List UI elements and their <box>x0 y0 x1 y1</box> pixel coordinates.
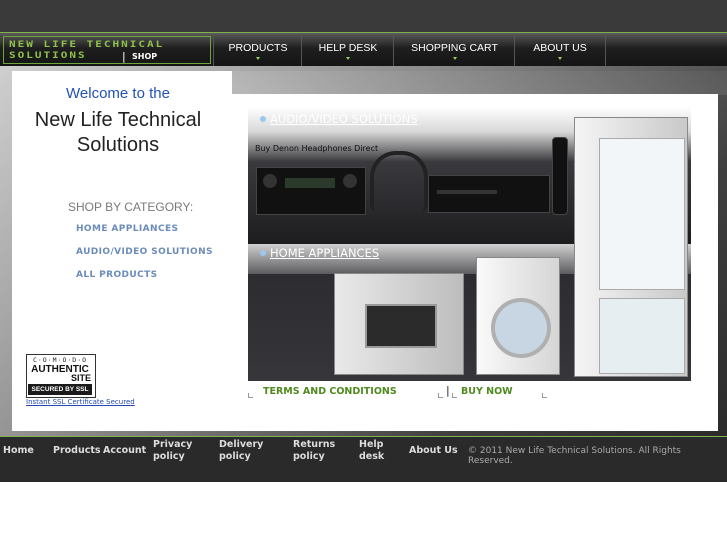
disc-tray <box>437 190 497 194</box>
top-bar <box>0 0 727 32</box>
category-all-products[interactable]: ALL PRODUCTS <box>76 270 158 280</box>
nav-about-us-label: ABOUT US <box>533 42 587 54</box>
terms-and-conditions-link[interactable]: TERMS AND CONDITIONS <box>263 386 397 397</box>
nav-help-desk[interactable]: HELP DESK <box>301 33 394 66</box>
footer-help-line-1: Help <box>359 439 384 450</box>
badge-site: SITE <box>70 373 91 383</box>
home-appliances-link-label: HOME APPLIANCES <box>270 246 380 260</box>
footer-link-about-us[interactable]: About Us <box>409 445 458 457</box>
fridge-interior <box>599 138 685 290</box>
receiver-knob <box>343 174 357 188</box>
footer-link-home[interactable]: Home <box>3 445 34 457</box>
badge-brand: C·O·M·O·D·O <box>32 356 88 364</box>
footer-help-line-2: desk <box>359 451 385 462</box>
av-receiver-image <box>256 167 366 215</box>
footer-delivery-line-1: Delivery <box>219 439 264 450</box>
footer-privacy-line-2: policy <box>153 451 185 462</box>
corner-marker <box>438 393 443 398</box>
audio-video-link[interactable]: AUDIO/VIDEO SOLUTIONS <box>260 112 418 126</box>
link-divider: | <box>446 384 450 397</box>
panel-top-right <box>232 94 718 102</box>
logo-shop-label: SHOP <box>132 52 158 61</box>
remote-control-image <box>552 137 568 215</box>
badge-secured: SECURED BY SSL <box>28 384 92 395</box>
nav-products[interactable]: PRODUCTS <box>213 33 302 66</box>
footer-privacy-line-1: Privacy <box>153 439 193 450</box>
chevron-down-icon <box>256 57 260 60</box>
nav-shopping-cart[interactable]: SHOPPING CART <box>393 33 515 66</box>
copyright-text: © 2011 New Life Technical Solutions. All… <box>468 446 681 466</box>
audio-video-link-label: AUDIO/VIDEO SOLUTIONS <box>270 112 418 126</box>
footer-link-returns-policy[interactable]: Returns policy <box>293 439 335 463</box>
logo-line-1: NEW LIFE TECHNICAL <box>9 39 165 50</box>
site-logo[interactable]: NEW LIFE TECHNICAL SOLUTIONS | SHOP <box>3 36 211 64</box>
panel-tab-shape <box>232 71 727 95</box>
footer-delivery-line-2: policy <box>219 451 251 462</box>
chevron-down-icon <box>452 57 457 60</box>
footer-link-delivery-policy[interactable]: Delivery policy <box>219 439 263 463</box>
panel-tab-area <box>232 71 727 95</box>
ssl-certificate-link[interactable]: Instant SSL Certificate Secured <box>26 398 135 406</box>
fridge-freezer <box>599 298 685 374</box>
bullet-icon <box>260 116 266 122</box>
category-home-appliances[interactable]: HOME APPLIANCES <box>76 224 178 234</box>
category-audio-video[interactable]: AUDIO/VIDEO SOLUTIONS <box>76 247 213 257</box>
oven-image <box>334 273 464 375</box>
nav-help-desk-label: HELP DESK <box>318 42 378 54</box>
footer: Home Products Account Privacy policy Del… <box>0 436 727 482</box>
nav-products-label: PRODUCTS <box>228 42 288 54</box>
bullet-icon <box>260 250 266 256</box>
footer-link-help-desk[interactable]: Help desk <box>359 439 384 463</box>
denon-promo-text: Buy Denon Headphones Direct <box>255 144 379 153</box>
disc-player-image <box>428 175 550 213</box>
chevron-down-icon <box>346 57 350 60</box>
comodo-ssl-badge[interactable]: C·O·M·O·D·O AUTHENTIC SITE SECURED BY SS… <box>26 354 96 398</box>
nav-about-us[interactable]: ABOUT US <box>514 33 606 66</box>
company-name-line-1: New Life Technical <box>34 109 202 131</box>
corner-marker <box>452 393 457 398</box>
company-name-line-2: Solutions <box>76 134 160 156</box>
welcome-text: Welcome to the <box>66 85 170 102</box>
footer-returns-line-1: Returns <box>293 439 336 450</box>
buy-now-link[interactable]: BUY NOW <box>461 386 513 397</box>
footer-returns-line-2: policy <box>293 451 325 462</box>
headphones-image <box>370 151 428 211</box>
oven-window <box>365 304 437 348</box>
company-name: New Life Technical Solutions <box>12 108 224 158</box>
home-appliances-link[interactable]: HOME APPLIANCES <box>260 246 379 260</box>
refrigerator-image <box>574 117 688 377</box>
shop-by-category-heading: SHOP BY CATEGORY: <box>68 200 194 214</box>
receiver-knob <box>263 174 277 188</box>
footer-link-account[interactable]: Account <box>103 445 146 457</box>
logo-separator: | <box>122 50 126 63</box>
nav-shopping-cart-label: SHOPPING CART <box>411 42 498 54</box>
promo-banner[interactable]: AUDIO/VIDEO SOLUTIONS Buy Denon Headphon… <box>248 107 691 381</box>
washing-machine-image <box>476 257 560 375</box>
logo-line-2: SOLUTIONS <box>9 50 87 61</box>
receiver-display <box>285 178 335 188</box>
footer-link-products[interactable]: Products <box>53 445 101 457</box>
main-navigation: NEW LIFE TECHNICAL SOLUTIONS | SHOP PROD… <box>0 32 727 68</box>
washer-door <box>491 298 551 358</box>
corner-marker <box>542 393 547 398</box>
chevron-down-icon <box>558 57 562 60</box>
corner-marker <box>248 393 253 398</box>
footer-link-privacy-policy[interactable]: Privacy policy <box>153 439 192 463</box>
